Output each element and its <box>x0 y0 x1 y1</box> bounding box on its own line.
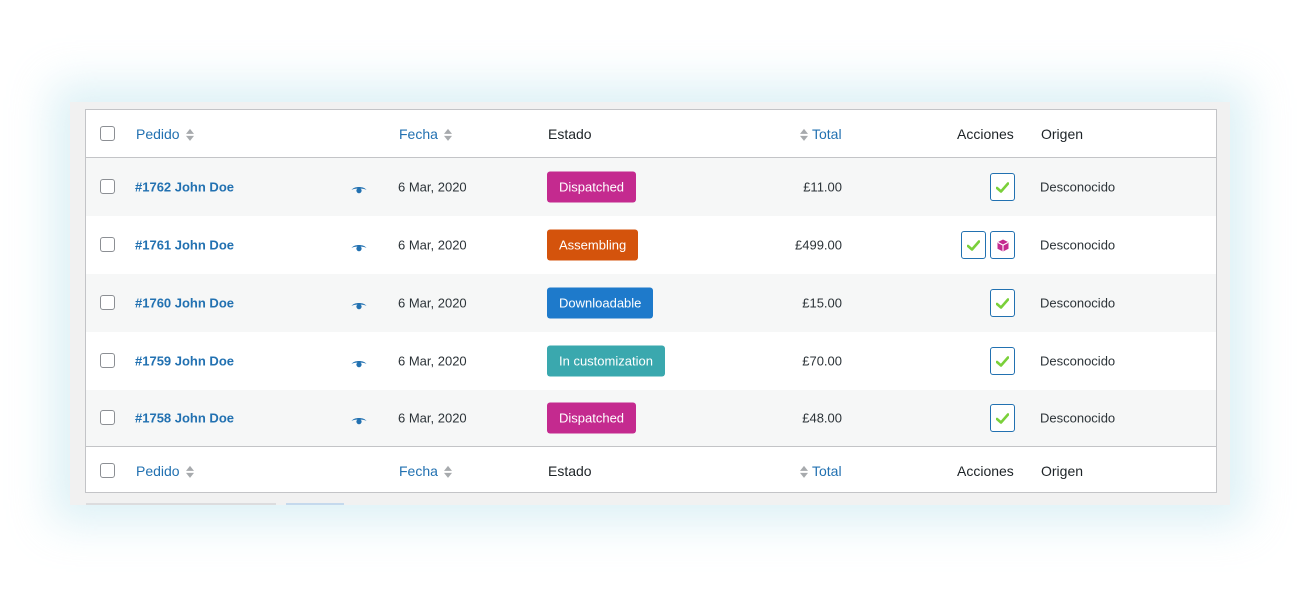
sort-icon <box>443 465 453 479</box>
select-all-checkbox[interactable] <box>100 462 115 478</box>
column-header-date-label: Fecha <box>399 125 438 142</box>
column-header-date[interactable]: Fecha <box>399 125 453 141</box>
complete-order-button[interactable] <box>990 347 1015 375</box>
sort-icon <box>185 128 195 142</box>
order-total: £70.00 <box>802 353 842 369</box>
column-header-order-label: Pedido <box>136 125 180 142</box>
preview-eye-icon[interactable] <box>351 356 367 368</box>
table-row: #1759 John Doe 6 Mar, 2020 In customizatio… <box>86 332 1216 390</box>
preview-eye-icon[interactable] <box>351 182 367 194</box>
status-badge: Assembling <box>547 229 639 261</box>
sort-icon <box>185 465 195 479</box>
order-link[interactable]: #1758 John Doe <box>135 411 234 426</box>
checkmark-icon <box>967 239 980 251</box>
order-origin: Desconocido <box>1040 295 1116 311</box>
order-link[interactable]: #1761 John Doe <box>135 238 234 253</box>
complete-order-button[interactable] <box>961 231 986 259</box>
orders-table: Pedido Fecha Estado Total Acciones Orige… <box>85 109 1217 493</box>
table-header: Pedido Fecha Estado Total Acciones Orige… <box>86 110 1216 158</box>
row-checkbox[interactable] <box>100 410 115 425</box>
column-header-status: Estado <box>548 125 592 142</box>
checkmark-icon <box>996 412 1009 424</box>
table-row: #1762 John Doe 6 Mar, 2020 Dispatched £11.0… <box>86 158 1216 216</box>
column-header-origin: Origen <box>1041 125 1084 142</box>
complete-order-button[interactable] <box>990 404 1015 432</box>
column-footer-date[interactable]: Fecha <box>399 462 453 478</box>
sort-icon <box>443 128 453 142</box>
order-date: 6 Mar, 2020 <box>398 295 467 311</box>
sort-icon <box>800 465 809 479</box>
status-badge: In customization <box>547 345 665 377</box>
column-footer-date-label: Fecha <box>399 462 438 479</box>
preview-eye-icon[interactable] <box>351 413 367 425</box>
order-total: £499.00 <box>795 237 842 253</box>
apply-button[interactable] <box>286 503 344 505</box>
status-badge: Dispatched <box>547 402 637 434</box>
preview-eye-icon[interactable] <box>351 298 367 310</box>
column-footer-origin: Origen <box>1041 462 1084 479</box>
order-link[interactable]: #1760 John Doe <box>135 296 234 311</box>
column-header-total-label: Total <box>812 125 842 142</box>
column-footer-order[interactable]: Pedido <box>136 462 195 478</box>
column-footer-total-label: Total <box>812 462 842 479</box>
status-badge: Downloadable <box>547 287 654 319</box>
row-checkbox[interactable] <box>100 179 115 194</box>
table-row: #1760 John Doe 6 Mar, 2020 Downloadable £15… <box>86 274 1216 332</box>
column-footer-order-label: Pedido <box>136 462 180 479</box>
table-footer: Pedido Fecha Estado Total Acciones Orige… <box>86 446 1216 494</box>
order-link[interactable]: #1759 John Doe <box>135 354 234 369</box>
order-origin: Desconocido <box>1040 179 1116 195</box>
order-origin: Desconocido <box>1040 237 1116 253</box>
status-badge: Dispatched <box>547 171 637 203</box>
complete-order-button[interactable] <box>990 289 1015 317</box>
order-origin: Desconocido <box>1040 410 1116 426</box>
order-total: £11.00 <box>803 179 842 195</box>
order-date: 6 Mar, 2020 <box>398 353 467 369</box>
column-header-total[interactable]: Total <box>800 125 842 141</box>
complete-order-button[interactable] <box>990 173 1015 201</box>
checkmark-icon <box>996 355 1009 367</box>
row-checkbox[interactable] <box>100 237 115 252</box>
select-all-checkbox[interactable] <box>100 125 115 141</box>
order-date: 6 Mar, 2020 <box>398 410 467 426</box>
order-date: 6 Mar, 2020 <box>398 237 467 253</box>
order-date: 6 Mar, 2020 <box>398 179 467 195</box>
order-link[interactable]: #1762 John Doe <box>135 180 234 195</box>
order-total: £48.00 <box>802 410 842 426</box>
column-footer-status: Estado <box>548 462 592 479</box>
cube-icon <box>997 239 1009 252</box>
column-footer-total[interactable]: Total <box>800 462 842 478</box>
checkmark-icon <box>996 181 1009 193</box>
row-checkbox[interactable] <box>100 295 115 310</box>
checkmark-icon <box>996 297 1009 309</box>
package-order-button[interactable] <box>990 231 1015 259</box>
order-total: £15.00 <box>802 295 842 311</box>
column-header-order[interactable]: Pedido <box>136 125 195 141</box>
column-footer-actions: Acciones <box>957 462 1014 479</box>
table-row: #1761 John Doe 6 Mar, 2020 Assembling £499.… <box>86 216 1216 274</box>
order-origin: Desconocido <box>1040 353 1116 369</box>
preview-eye-icon[interactable] <box>351 240 367 252</box>
table-row: #1758 John Doe 6 Mar, 2020 Dispatched £48.0… <box>86 390 1216 446</box>
row-checkbox[interactable] <box>100 353 115 368</box>
column-header-actions: Acciones <box>957 125 1014 142</box>
sort-icon <box>800 128 809 142</box>
bulk-actions-select[interactable] <box>86 503 276 505</box>
